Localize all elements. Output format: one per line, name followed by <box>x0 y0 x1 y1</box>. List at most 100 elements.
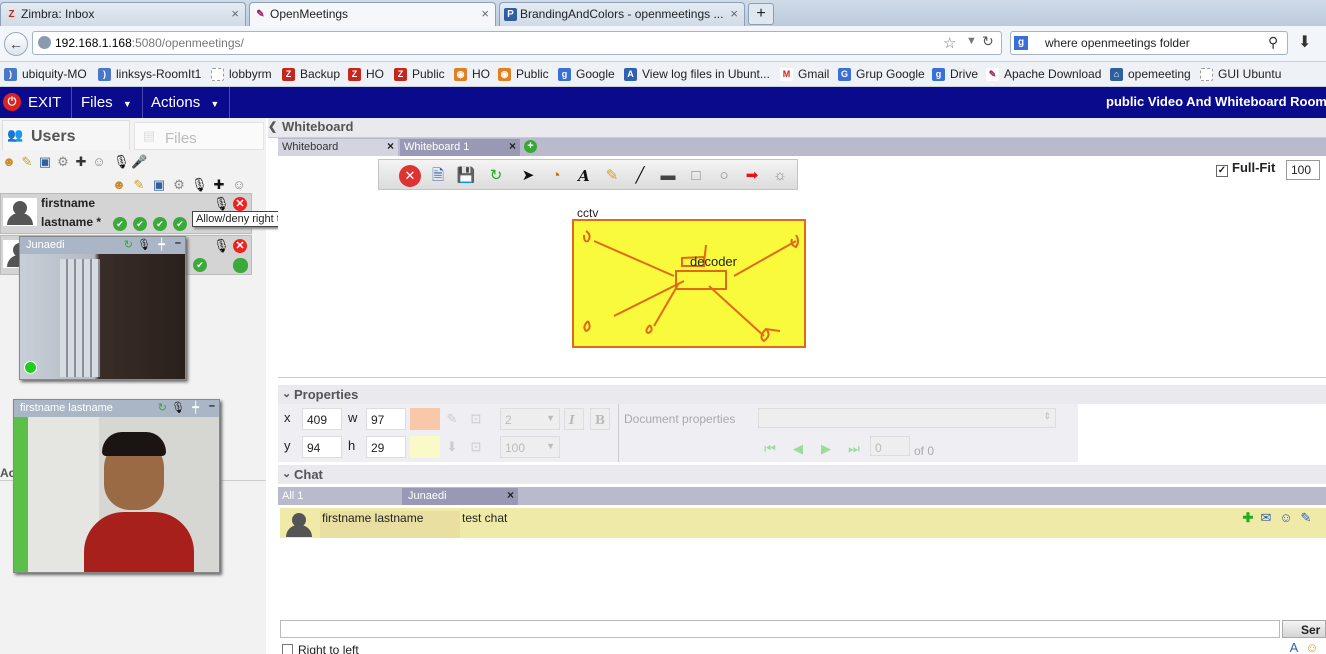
mic-add-icon[interactable]: ✚ <box>73 154 89 170</box>
close-icon[interactable]: × <box>387 139 394 153</box>
close-tab-icon[interactable]: × <box>231 6 239 21</box>
stroke-color-swatch[interactable] <box>410 408 440 430</box>
close-tab-icon[interactable]: × <box>481 6 489 21</box>
back-button[interactable]: ← <box>4 32 28 56</box>
microphone-icon[interactable]: 🎙 <box>213 196 230 212</box>
next-page-icon[interactable]: ▶ <box>818 441 834 457</box>
microphone-icon[interactable]: 🎙 <box>137 238 151 251</box>
whiteboard-right-icon[interactable]: ✎ <box>131 177 147 193</box>
chevron-down-icon[interactable]: ⌄ <box>282 387 291 400</box>
pencil-icon[interactable]: ✎ <box>601 165 623 187</box>
bold-button[interactable]: B <box>590 408 610 430</box>
check-icon[interactable]: ✔ <box>193 258 207 272</box>
first-page-icon[interactable]: ⏮ <box>762 441 778 457</box>
bookmark-item[interactable]: G Grup Google <box>838 67 925 81</box>
bookmark-item[interactable]: g Drive <box>932 67 978 81</box>
underline-tool-icon[interactable]: ▬ <box>657 165 679 187</box>
tab-users[interactable]: 👥 Users <box>2 120 130 150</box>
check-icon[interactable]: ✔ <box>133 217 147 231</box>
bookmark-item[interactable]: ◉ Public <box>498 67 549 81</box>
text-tool-icon[interactable]: A <box>573 165 595 187</box>
new-tab-button[interactable]: + <box>748 3 774 25</box>
video-pod-header[interactable]: firstname lastname ↻ 🎙 ┿ – <box>14 400 219 417</box>
checkbox-checked-icon[interactable]: ✓ <box>1216 165 1228 177</box>
whiteboard-text-cctv[interactable]: cctv <box>577 206 598 220</box>
y-input[interactable]: 94 <box>302 436 342 458</box>
refresh-icon[interactable]: ↻ <box>158 401 167 414</box>
bookmark-item[interactable]: lobbyrm <box>211 67 272 81</box>
lock-icon[interactable]: ⊡ <box>468 411 484 427</box>
font-style-icon[interactable]: A <box>1286 640 1302 654</box>
checkbox-icon[interactable] <box>282 644 293 654</box>
zoom-input[interactable]: 100 <box>1286 160 1320 180</box>
whiteboard-rectangle[interactable] <box>572 219 806 348</box>
document-select[interactable]: ⇕ <box>758 408 1056 428</box>
volume-slider-icon[interactable]: ┿ <box>192 401 199 414</box>
pointer-icon[interactable]: ➤ <box>517 165 539 187</box>
minimize-icon[interactable]: – <box>175 237 181 249</box>
bookmark-item[interactable]: ◉ HO <box>454 67 490 81</box>
user-add-icon[interactable]: ☺ <box>91 154 107 170</box>
bookmark-item[interactable]: GUI Ubuntu <box>1200 67 1281 81</box>
video-pod-header[interactable]: Junaedi ↻ 🎙 ┿ – <box>20 237 185 254</box>
microphone-icon[interactable]: 🎙 <box>171 401 185 414</box>
chevron-down-icon[interactable]: ⌄ <box>282 467 291 480</box>
line-width-select[interactable]: 2 ▼ <box>500 408 560 430</box>
add-whiteboard-icon[interactable]: + <box>524 140 537 153</box>
microphone-icon[interactable]: 🎙 <box>113 154 130 170</box>
pencil-icon[interactable]: ✎ <box>444 411 460 427</box>
h-input[interactable]: 29 <box>366 436 406 458</box>
clear-icon[interactable]: ✕ <box>399 165 421 187</box>
prev-page-icon[interactable]: ◀ <box>790 441 806 457</box>
line-tool-icon[interactable]: ╱ <box>629 165 651 187</box>
right-to-left-toggle[interactable]: Right to left <box>282 643 359 654</box>
exit-menu[interactable]: ⏻ EXIT <box>0 87 73 118</box>
refresh-icon[interactable]: ↻ <box>124 238 133 251</box>
check-icon[interactable]: ✔ <box>153 217 167 231</box>
properties-section-header[interactable]: ⌄ Properties <box>278 385 1326 404</box>
emoticon-icon[interactable]: ☺ <box>1304 640 1320 654</box>
bookmark-item[interactable]: M Gmail <box>780 67 829 81</box>
italic-button[interactable]: I <box>564 408 584 430</box>
last-page-icon[interactable]: ⏭ <box>846 441 862 457</box>
tab-whiteboard[interactable]: Whiteboard × <box>278 139 398 156</box>
close-icon[interactable]: × <box>507 488 514 502</box>
lock-icon[interactable]: ⊡ <box>468 439 484 455</box>
microphone-icon[interactable]: 🎙 <box>213 238 230 254</box>
rectangle-tool-icon[interactable]: □ <box>685 165 707 187</box>
remote-control-icon[interactable]: ⚙ <box>55 154 71 170</box>
bookmark-item[interactable]: Z HO <box>348 67 384 81</box>
bookmark-star-icon[interactable]: ☆ <box>943 34 956 52</box>
delete-user-icon[interactable]: ✕ <box>233 197 247 211</box>
check-icon[interactable]: ✔ <box>113 217 127 231</box>
page-input[interactable]: 0 <box>870 436 910 456</box>
fill-color-swatch[interactable] <box>410 436 440 458</box>
bookmark-item[interactable]: ✎ Apache Download <box>986 67 1101 81</box>
send-button[interactable]: Ser <box>1282 620 1326 638</box>
url-bar[interactable]: 192.168.1.168:5080/openmeetings/ <box>32 31 1002 55</box>
fill-icon[interactable]: ⬇ <box>444 439 460 455</box>
bookmark-item[interactable]: ) linksys-RoomIt1 <box>98 67 201 81</box>
remote-control-icon[interactable]: ⚙ <box>171 177 187 193</box>
mic-add-icon[interactable]: ✚ <box>211 177 227 193</box>
volume-slider-icon[interactable]: ┿ <box>158 238 165 251</box>
x-input[interactable]: 409 <box>302 408 342 430</box>
delete-user-icon[interactable]: ✕ <box>233 239 247 253</box>
screen-share-icon[interactable]: ▣ <box>151 177 167 193</box>
tab-chat-junaedi[interactable]: Junaedi × <box>402 488 518 505</box>
undo-icon[interactable]: ↻ <box>485 165 507 187</box>
close-icon[interactable]: × <box>509 139 516 153</box>
tab-chat-all[interactable]: All 1 <box>278 488 398 505</box>
files-menu[interactable]: Files ▼ <box>71 87 143 118</box>
whiteboard-section-header[interactable]: ❮ Whiteboard <box>268 118 1326 138</box>
video-pod-junaedi[interactable]: Junaedi ↻ 🎙 ┿ – <box>19 236 186 380</box>
tab-whiteboard-1[interactable]: Whiteboard 1 × <box>400 139 520 156</box>
check-icon[interactable]: ✔ <box>173 217 187 231</box>
browser-tab-openmeetings[interactable]: ✎ OpenMeetings × <box>249 2 496 27</box>
browser-tab-branding[interactable]: P BrandingAndColors - openmeetings ... × <box>499 2 745 26</box>
browser-tab-zimbra[interactable]: Z Zimbra: Inbox × <box>0 2 246 26</box>
bookmark-item[interactable]: A View log files in Ubunt... <box>624 67 770 81</box>
user-add-icon[interactable]: ☺ <box>231 177 247 193</box>
bookmark-item[interactable]: ) ubiquity-MO <box>4 67 87 81</box>
user-group-icon[interactable]: ☻ <box>111 177 127 193</box>
